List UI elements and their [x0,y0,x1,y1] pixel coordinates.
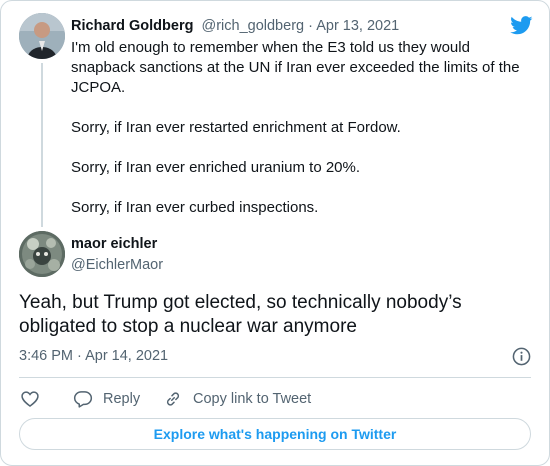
reply-label: Reply [103,391,141,407]
author-name[interactable]: maor eichler [71,236,157,252]
parent-tweet-header: Richard Goldberg @rich_goldberg · Apr 13… [71,18,399,34]
twitter-bird-icon[interactable] [510,16,533,35]
paragraph: Sorry, if Iran ever enriched uranium to … [71,159,361,176]
embedded-tweet-card: Richard Goldberg @rich_goldberg · Apr 13… [0,0,550,466]
tweet-text: Yeah, but Trump got elected, so technica… [19,292,462,337]
author-handle[interactable]: @EichlerMaor [71,257,163,273]
tweet-timestamp[interactable]: 3:46 PM · Apr 14, 2021 [19,348,168,364]
avatar[interactable] [19,231,65,277]
paragraph: I'm old enough to remember when the E3 t… [71,39,520,96]
reply-button[interactable]: Reply [73,389,140,409]
paragraph: Sorry, if Iran ever curbed inspections. [71,199,319,216]
paragraph: Sorry, if Iran ever restarted enrichment… [71,119,401,136]
tweet-date[interactable]: Apr 13, 2021 [316,18,399,34]
separator: · [308,18,313,34]
avatar[interactable] [19,13,65,59]
heart-icon [21,391,39,408]
like-button[interactable] [20,389,40,409]
explore-button[interactable]: Explore what's happening on Twitter [19,418,531,450]
divider [19,377,531,378]
thread-line [41,63,43,227]
author-name[interactable]: Richard Goldberg [71,18,193,34]
info-icon[interactable] [512,347,531,366]
reply-icon [73,391,93,408]
parent-tweet-text: I'm old enough to remember when the E3 t… [71,38,531,218]
author-handle[interactable]: @rich_goldberg [202,18,305,34]
link-icon [166,392,180,406]
copy-link-button[interactable]: Copy link to Tweet [163,389,311,409]
copy-link-label: Copy link to Tweet [193,391,312,407]
